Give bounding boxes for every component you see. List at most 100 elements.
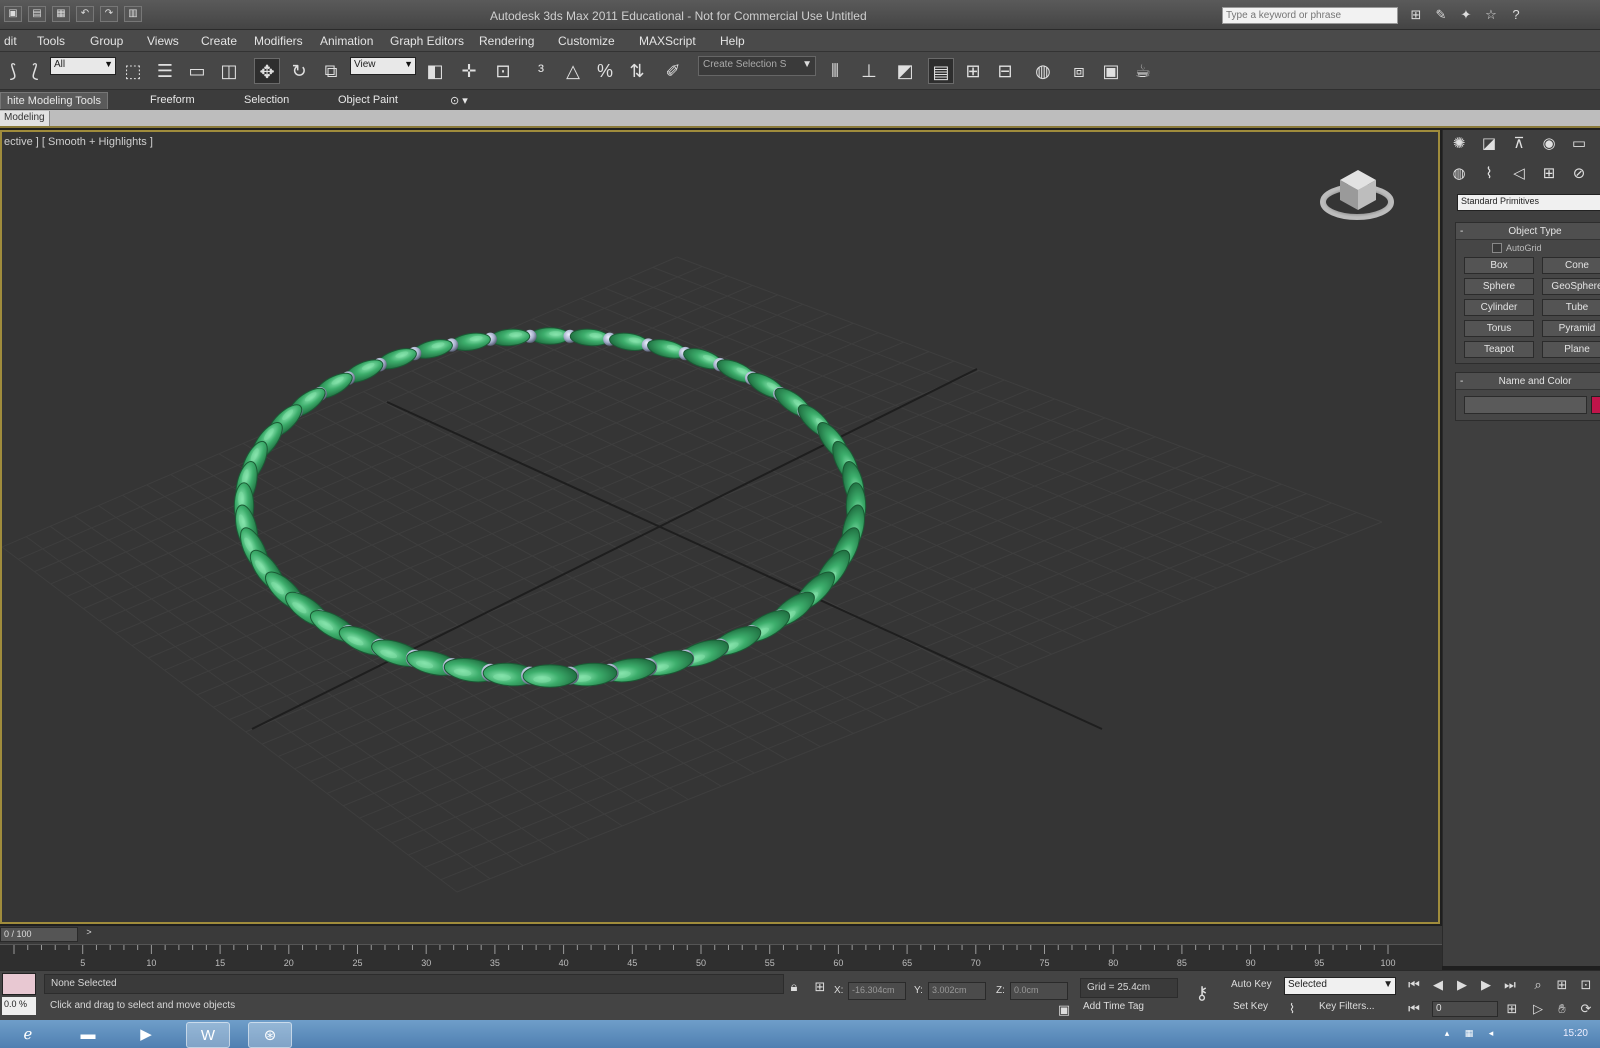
tray-chevron-icon[interactable]: ▴ xyxy=(1440,1028,1454,1040)
render-teapot-icon[interactable]: ☕ xyxy=(1130,58,1156,84)
z-coordinate-field[interactable]: 0.0cm xyxy=(1010,982,1068,1000)
menu-help[interactable]: Help xyxy=(720,34,745,48)
snaps-toggle-icon[interactable]: ³ xyxy=(528,58,554,84)
teapot-button[interactable]: Teapot xyxy=(1464,341,1534,358)
lock-selection-icon[interactable]: 🔒︎ xyxy=(786,979,802,995)
menu-create[interactable]: Create xyxy=(201,34,237,48)
named-selection-select[interactable]: Create Selection S ▼ xyxy=(698,56,816,76)
cameras-icon[interactable]: ⊞ xyxy=(1539,164,1559,184)
set-key-button[interactable]: Set Key xyxy=(1230,999,1271,1017)
pyramid-button[interactable]: Pyramid xyxy=(1542,320,1600,337)
open-file-icon[interactable]: ▤ xyxy=(28,6,46,22)
autogrid-checkbox[interactable] xyxy=(1492,243,1502,253)
communication-icon[interactable]: ✎ xyxy=(1433,7,1449,23)
key-tangent-icon[interactable]: ⌇ xyxy=(1284,1001,1300,1017)
window-crossing-icon[interactable]: ◫ xyxy=(216,58,242,84)
menu-modifiers[interactable]: Modifiers xyxy=(254,34,303,48)
search-input[interactable] xyxy=(1222,7,1398,24)
previous-frame-icon[interactable]: ◀ xyxy=(1430,977,1446,993)
tab-graphite-modeling[interactable]: hite Modeling Tools xyxy=(0,92,108,109)
cylinder-button[interactable]: Cylinder xyxy=(1464,299,1534,316)
network-icon[interactable]: ▦ xyxy=(1462,1028,1476,1040)
reference-coordinate-select[interactable]: View ▼ xyxy=(350,57,416,75)
y-coordinate-field[interactable]: 3.002cm xyxy=(928,982,986,1000)
word-document-icon[interactable]: W xyxy=(186,1022,230,1048)
next-frame-icon[interactable]: > xyxy=(82,927,96,942)
tube-button[interactable]: Tube xyxy=(1542,299,1600,316)
viewcube[interactable] xyxy=(1320,170,1394,220)
keyboard-shortcut-icon[interactable]: ⊡ xyxy=(490,58,516,84)
pivot-center-icon[interactable]: ◧ xyxy=(422,58,448,84)
system-clock[interactable]: 15:20 xyxy=(1563,1028,1588,1039)
orbit-icon[interactable]: ⟳ xyxy=(1578,1001,1594,1017)
lights-icon[interactable]: ◁ xyxy=(1509,164,1529,184)
menu-maxscript[interactable]: MAXScript xyxy=(639,34,696,48)
current-frame-field[interactable]: 0 xyxy=(1432,1001,1498,1017)
auto-key-button[interactable]: Auto Key xyxy=(1228,977,1275,995)
menu-tools[interactable]: Tools xyxy=(37,34,65,48)
tab-object-paint[interactable]: Object Paint xyxy=(332,92,404,109)
motion-panel-icon[interactable]: ◉ xyxy=(1539,134,1559,154)
name-and-color-header[interactable]: - Name and Color xyxy=(1456,373,1600,390)
app-menu-icon[interactable]: ▣ xyxy=(4,6,22,22)
menu-graph-editors[interactable]: Graph Editors xyxy=(390,34,464,48)
autogrid-option[interactable]: AutoGrid xyxy=(1456,240,1600,254)
binoculars-icon[interactable]: ⊞ xyxy=(1408,7,1424,23)
time-tag-icon[interactable]: ▣ xyxy=(1056,1002,1072,1018)
schematic-view-icon[interactable]: ⊟ xyxy=(992,58,1018,84)
object-type-header[interactable]: - Object Type xyxy=(1456,223,1600,240)
rectangular-selection-icon[interactable]: ▭ xyxy=(184,58,210,84)
key-mode-toggle-icon[interactable]: ⏮ xyxy=(1406,1001,1422,1017)
torus-button[interactable]: Torus xyxy=(1464,320,1534,337)
modify-panel-icon[interactable]: ◪ xyxy=(1479,134,1499,154)
manipulate-icon[interactable]: ✛ xyxy=(456,58,482,84)
tab-selection[interactable]: Selection xyxy=(238,92,295,109)
absolute-mode-icon[interactable]: ⊞ xyxy=(812,979,828,995)
unlink-icon[interactable]: ⟅ xyxy=(22,58,48,84)
helpers-icon[interactable]: ⊘ xyxy=(1569,164,1589,184)
next-frame-icon[interactable]: ▶ xyxy=(1478,977,1494,993)
select-by-name-icon[interactable]: ☰ xyxy=(152,58,178,84)
select-and-rotate-icon[interactable]: ↻ xyxy=(286,58,312,84)
zoom-all-icon[interactable]: ⊞ xyxy=(1554,977,1570,993)
select-and-scale-icon[interactable]: ⧉ xyxy=(318,58,344,84)
go-to-start-icon[interactable]: ⏮ xyxy=(1406,977,1422,993)
field-of-view-icon[interactable]: ▷ xyxy=(1530,1001,1546,1017)
shapes-icon[interactable]: ⌇ xyxy=(1479,164,1499,184)
subscription-icon[interactable]: ✦ xyxy=(1458,7,1474,23)
redo-icon[interactable]: ↷ xyxy=(100,6,118,22)
favorites-star-icon[interactable]: ☆ xyxy=(1483,7,1499,23)
save-file-icon[interactable]: ▦ xyxy=(52,6,70,22)
select-and-move-icon[interactable]: ✥ xyxy=(254,58,280,84)
object-color-swatch[interactable] xyxy=(1590,396,1600,414)
speaker-icon[interactable]: ◂ xyxy=(1484,1028,1498,1040)
layer-manager-icon[interactable]: ◩ xyxy=(892,58,918,84)
sphere-button[interactable]: Sphere xyxy=(1464,278,1534,295)
hierarchy-panel-icon[interactable]: ⊼ xyxy=(1509,134,1529,154)
play-icon[interactable]: ▶ xyxy=(1454,977,1470,993)
menu-group[interactable]: Group xyxy=(90,34,123,48)
percent-snap-icon[interactable]: % xyxy=(592,58,618,84)
zoom-icon[interactable]: ⌕ xyxy=(1530,977,1546,993)
geometry-icon[interactable]: ◍ xyxy=(1449,164,1469,184)
key-filters-button[interactable]: Key Filters... xyxy=(1316,999,1378,1017)
menu-animation[interactable]: Animation xyxy=(320,34,373,48)
plane-button[interactable]: Plane xyxy=(1542,341,1600,358)
menu-views[interactable]: Views xyxy=(147,34,179,48)
selection-filter-select[interactable]: All ▼ xyxy=(50,57,116,75)
menu-customize[interactable]: Customize xyxy=(558,34,615,48)
add-time-tag-button[interactable]: Add Time Tag xyxy=(1080,999,1147,1017)
tab-freeform[interactable]: Freeform xyxy=(144,92,201,109)
menu-rendering[interactable]: Rendering xyxy=(479,34,534,48)
x-coordinate-field[interactable]: -16.304cm xyxy=(848,982,906,1000)
edit-named-selection-icon[interactable]: ✐ xyxy=(660,58,686,84)
display-panel-icon[interactable]: ▭ xyxy=(1569,134,1589,154)
ribbon-options-icon[interactable]: ⊙ ▾ xyxy=(444,92,474,109)
select-object-icon[interactable]: ⬚ xyxy=(120,58,146,84)
material-editor-icon[interactable]: ◍ xyxy=(1030,58,1056,84)
track-bar[interactable]: 5 10 15 20 25 30 35 40 45 50 55 60 65 70 75 80 85 90 95 100 xyxy=(0,944,1442,970)
align-icon[interactable]: ⊥ xyxy=(856,58,882,84)
media-player-icon[interactable]: ▶ xyxy=(124,1022,168,1048)
geosphere-button[interactable]: GeoSphere xyxy=(1542,278,1600,295)
pan-view-icon[interactable]: ✋︎ xyxy=(1554,1001,1570,1017)
